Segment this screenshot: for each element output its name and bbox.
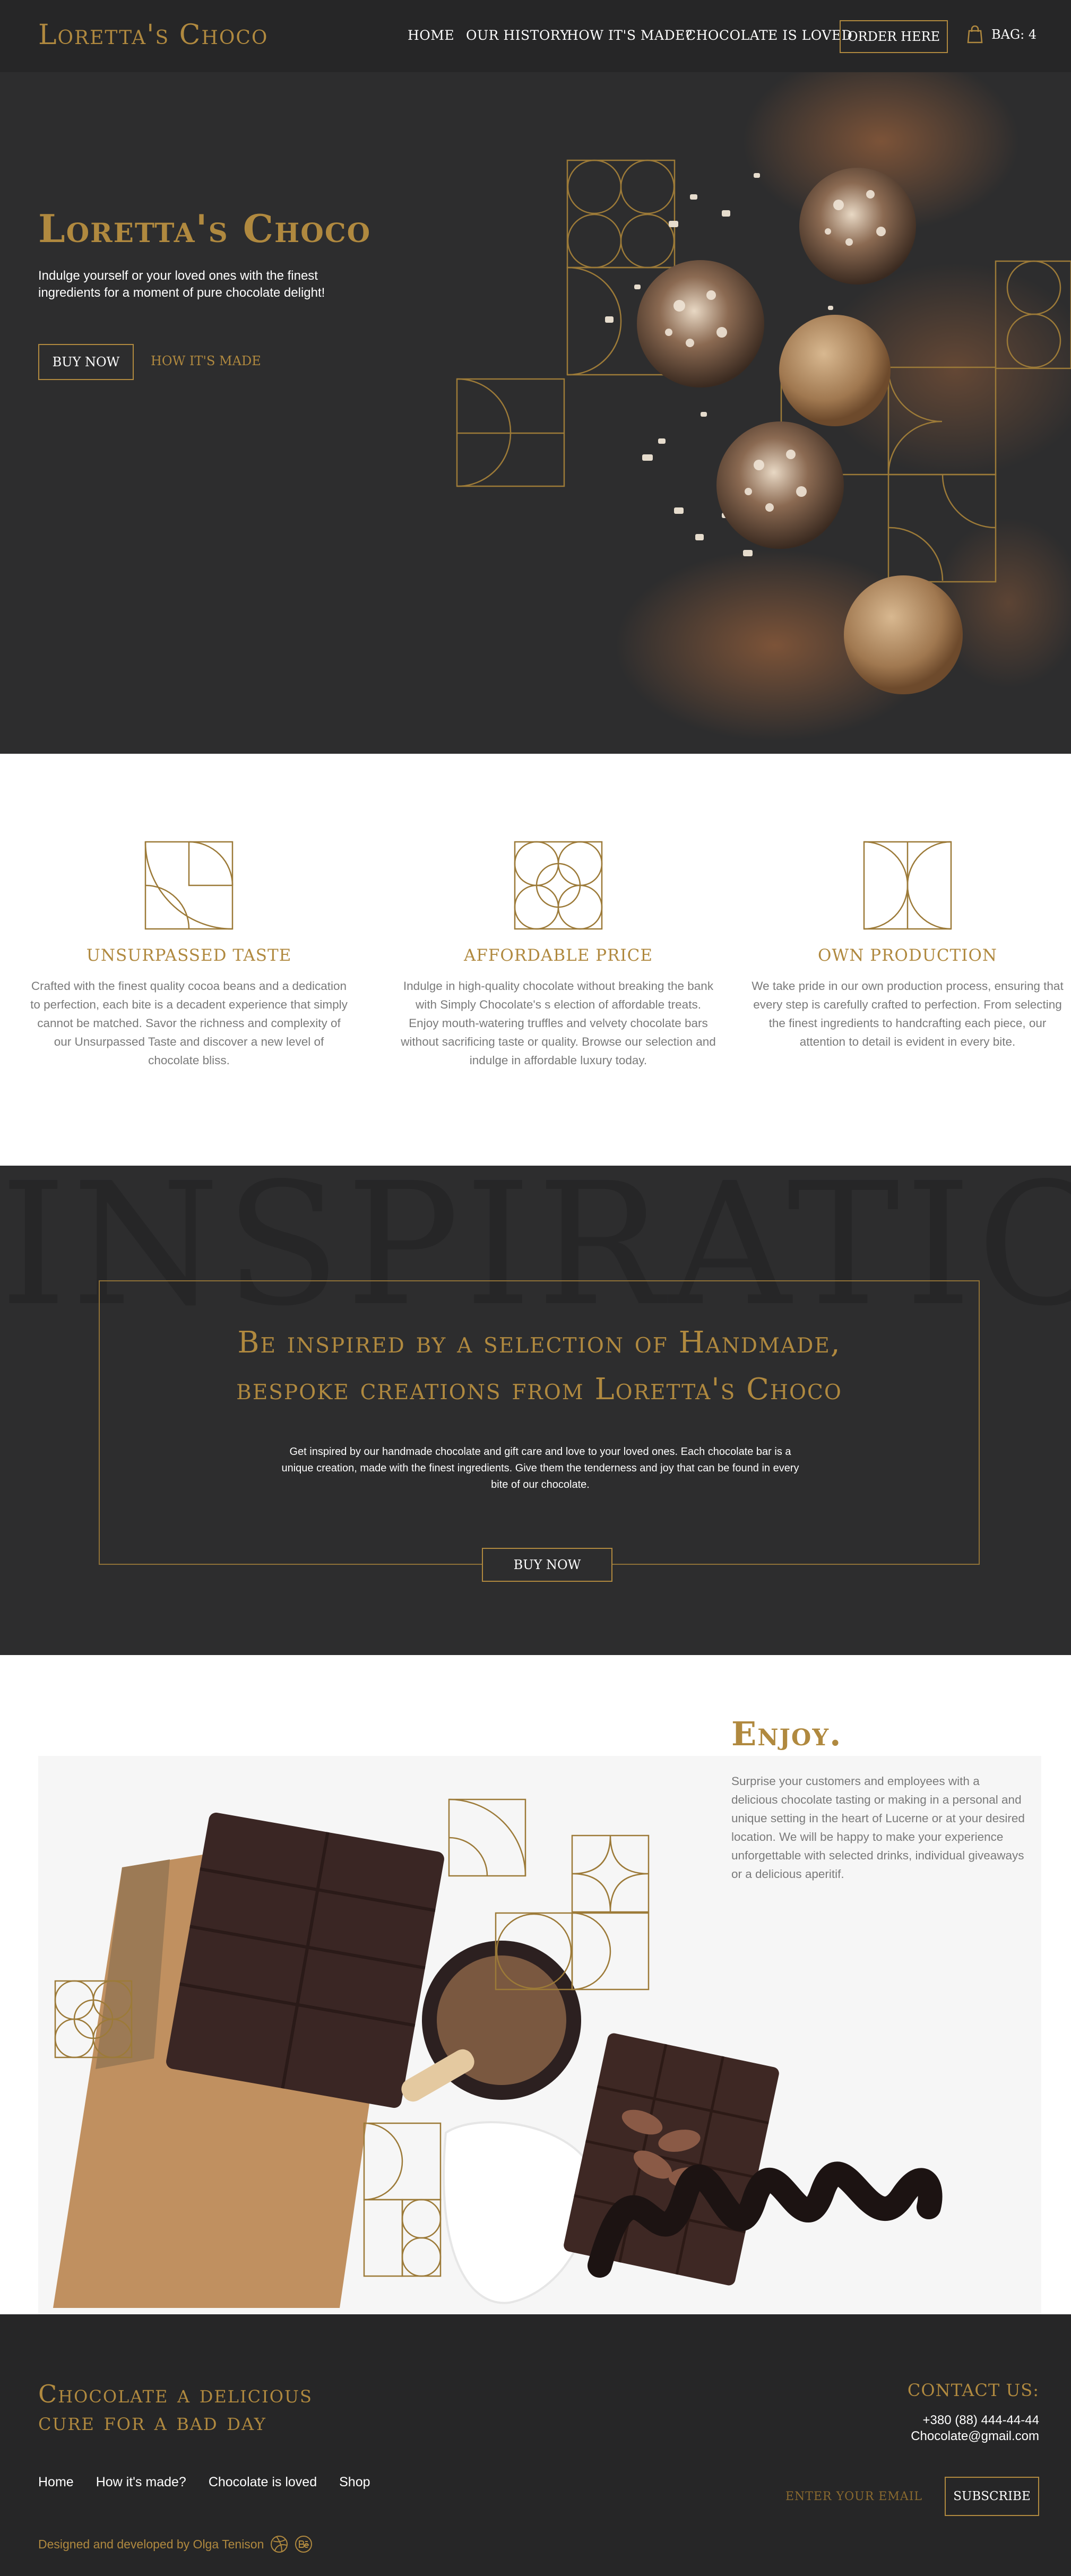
hero-how-its-made-link[interactable]: HOW IT'S MADE [151,354,261,368]
feature-title: UNSURPASSED TASTE [86,946,292,965]
inspiration-title: Be inspired by a selection of Handmade, … [100,1320,979,1413]
hero-subtitle: Indulge yourself or your loved ones with… [38,269,325,300]
footer-link-shop[interactable]: Shop [339,2475,370,2490]
footer-link-chocolate-is-loved[interactable]: Chocolate is loved [209,2475,317,2490]
feature-unsurpassed-taste: UNSURPASSED TASTE Crafted with the fines… [30,841,348,1070]
feature-title: AFFORDABLE PRICE [463,946,653,965]
shopping-bag-icon [967,25,983,44]
feature-text: We take pride in our own production proc… [752,979,1064,1048]
inspiration-title-line-1: Be inspired by a selection of Handmade, [237,1325,841,1360]
enjoy-title: Enjoy. [731,1715,842,1753]
bag-button[interactable]: BAG: 4 [967,25,1037,44]
dribbble-icon[interactable] [270,2535,288,2553]
feature-own-production: OWN PRODUCTION We take pride in our own … [748,841,1067,1051]
arcs-tile-icon [144,841,234,930]
footer-slogan-line-2: cure for a bad day [38,2407,266,2436]
hero-title: Loretta's Choco [38,206,372,251]
semicircles-tile-icon [863,841,952,930]
site-footer: Chocolate a delicious cure for a bad day… [0,2314,1071,2576]
nav-how-its-made[interactable]: HOW IT'S MADE? [567,28,693,43]
behance-icon[interactable] [295,2535,313,2553]
feature-text: Crafted with the finest quality cocoa be… [30,979,348,1067]
inspiration-title-line-2: bespoke creations from Loretta's Choco [236,1372,842,1407]
footer-credit: Designed and developed by Olga Tenison [38,2535,313,2553]
contact-title: CONTACT US: [907,2380,1039,2400]
footer-link-home[interactable]: Home [38,2475,74,2490]
footer-link-how-its-made[interactable]: How it's made? [96,2475,186,2490]
nav-chocolate-is-loved[interactable]: CHOCOLATE IS LOVED [686,28,852,43]
newsletter-email-input[interactable] [760,2477,934,2516]
feature-affordable-price: AFFORDABLE PRICE Indulge in high-quality… [399,841,718,1070]
subscribe-button[interactable]: SUBSCRIBE [945,2477,1039,2516]
inspiration-section: INSPIRATION Be inspired by a selection o… [0,1166,1071,1655]
inspiration-buy-now-button[interactable]: BUY NOW [482,1548,612,1582]
inspiration-box: Be inspired by a selection of Handmade, … [99,1280,980,1582]
nav-our-history[interactable]: OUR HISTORY [466,28,569,43]
hero-section: Loretta's Choco Indulge yourself or your… [0,72,1071,754]
logo[interactable]: Loretta's Choco [38,19,268,51]
feature-title: OWN PRODUCTION [817,946,998,965]
credit-text: Designed and developed by Olga Tenison [38,2537,264,2551]
hero-buy-now-button[interactable]: BUY NOW [38,344,134,380]
features-section: UNSURPASSED TASTE Crafted with the fines… [0,754,1071,1166]
footer-nav: Home How it's made? Chocolate is loved S… [38,2475,370,2490]
footer-slogan: Chocolate a delicious cure for a bad day [38,2380,313,2435]
bag-count: BAG: 4 [991,27,1037,42]
feature-text: Indulge in high-quality chocolate withou… [401,979,716,1067]
chocolate-bars-image [38,1756,1041,2314]
inspiration-text: Get inspired by our handmade chocolate a… [281,1446,799,1491]
enjoy-section: Enjoy. Surprise your customers and emplo… [0,1655,1071,2314]
footer-slogan-line-1: Chocolate a delicious [38,2380,313,2408]
circles-tile-icon [514,841,603,930]
contact-email[interactable]: Chocolate@gmail.com [911,2429,1039,2444]
contact-phone[interactable]: +380 (88) 444-44-44 [923,2413,1040,2428]
site-header: Loretta's Choco HOME OUR HISTORY HOW IT'… [0,0,1071,72]
nav-home[interactable]: HOME [408,28,454,43]
enjoy-text: Surprise your customers and employees wi… [731,1774,1025,1881]
hero-truffles-image [456,72,1071,741]
order-here-button[interactable]: ORDER HERE [840,20,948,53]
